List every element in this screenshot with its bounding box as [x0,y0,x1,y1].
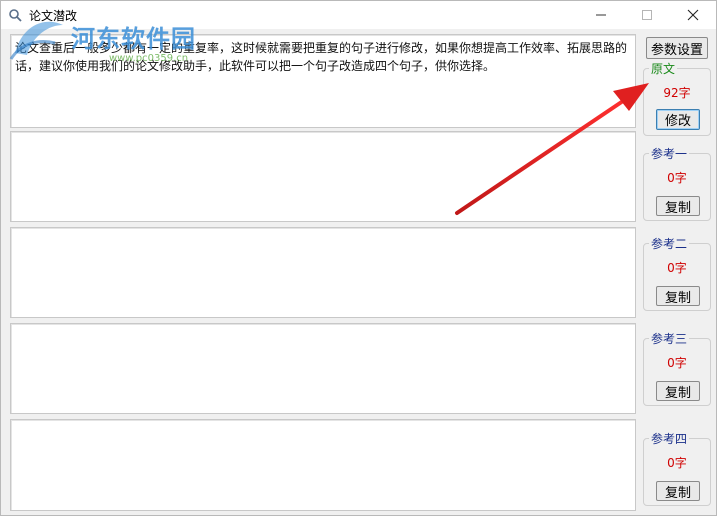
modify-button[interactable]: 修改 [656,109,700,130]
app-window: 论文潜改 论文查重后一般多少都有一定的重复率，这时候就需要把重复的句子进行修改，… [0,0,717,516]
reference-two-label: 参考二 [649,235,690,252]
copy-reference-three-button[interactable]: 复制 [656,381,700,401]
reference-four-group: 参考四 0字 复制 [643,430,711,506]
copy-reference-two-button[interactable]: 复制 [656,286,700,306]
original-group-label: 原文 [649,60,678,77]
original-char-count: 92字 [663,86,691,100]
reference-two-char-count: 0字 [667,261,687,275]
reference-one-char-count: 0字 [667,171,687,185]
app-icon [9,9,22,22]
title-bar[interactable]: 论文潜改 [1,1,716,29]
reference-four-text-area[interactable] [10,419,636,511]
settings-button[interactable]: 参数设置 [646,37,708,59]
original-group: 原文 92字 修改 [643,60,711,136]
reference-two-text-area[interactable] [10,227,636,318]
copy-reference-four-button[interactable]: 复制 [656,481,700,501]
reference-two-group: 参考二 0字 复制 [643,235,711,311]
reference-one-label: 参考一 [649,145,690,162]
copy-reference-one-button[interactable]: 复制 [656,196,700,216]
reference-three-label: 参考三 [649,330,690,347]
close-button[interactable] [670,1,716,29]
reference-three-char-count: 0字 [667,356,687,370]
reference-three-group: 参考三 0字 复制 [643,330,711,406]
reference-four-char-count: 0字 [667,456,687,470]
maximize-button[interactable] [624,1,670,29]
reference-one-text-area[interactable] [10,131,636,222]
reference-one-group: 参考一 0字 复制 [643,145,711,221]
minimize-button[interactable] [578,1,624,29]
minimize-icon [596,14,606,16]
reference-four-label: 参考四 [649,430,690,447]
original-text-area[interactable]: 论文查重后一般多少都有一定的重复率，这时候就需要把重复的句子进行修改，如果你想提… [10,34,636,128]
maximize-icon [642,10,652,20]
window-title: 论文潜改 [29,9,78,23]
reference-three-text-area[interactable] [10,323,636,414]
close-icon [687,9,699,21]
